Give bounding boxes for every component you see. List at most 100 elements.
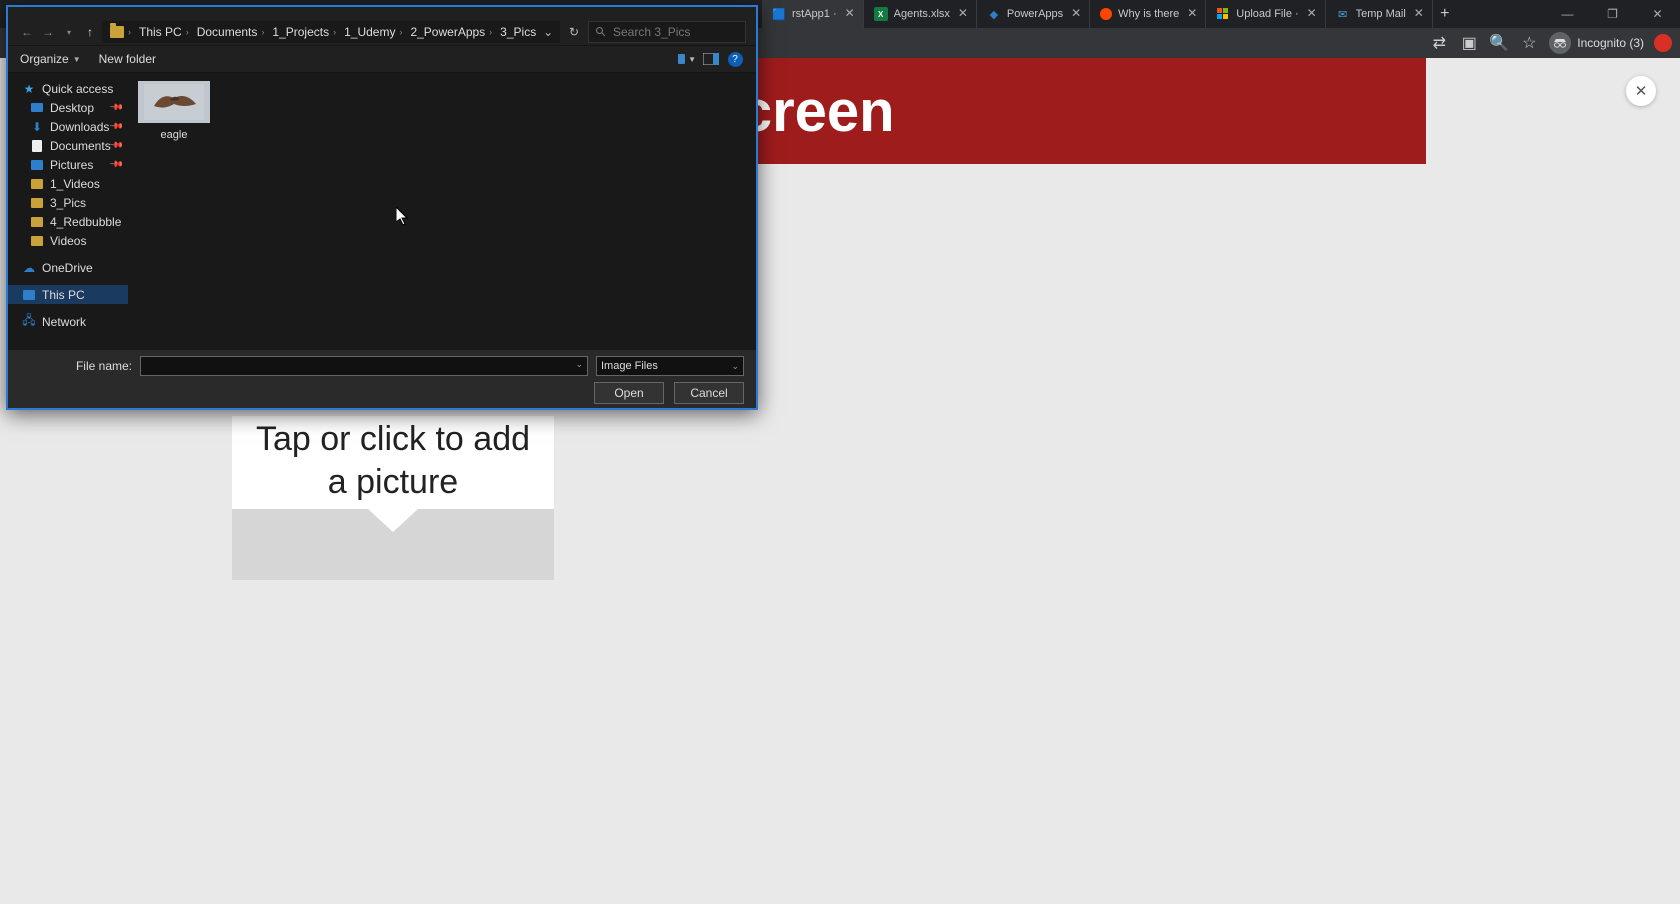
tab-close-icon[interactable]: ✕ <box>1185 7 1199 21</box>
tab-title-3: Why is there <box>1118 8 1179 20</box>
tab-close-icon[interactable]: ✕ <box>1305 7 1319 21</box>
path-seg-5[interactable]: 3_Pics <box>496 25 540 39</box>
file-type-select[interactable]: Image Files ⌄ <box>596 356 744 376</box>
refresh-button[interactable]: ↻ <box>563 25 585 39</box>
tab-close-icon[interactable]: ✕ <box>956 7 970 21</box>
file-name-input[interactable]: ⌄ <box>140 356 588 376</box>
nav-recent-dropdown[interactable]: ▾ <box>60 23 78 41</box>
tree-3pics[interactable]: 3_Pics <box>8 193 128 212</box>
path-dropdown-icon[interactable]: ⌄ <box>540 25 556 39</box>
dialog-toolbar: Organize▼ New folder ▼ ? <box>8 45 756 73</box>
cloud-icon: ☁ <box>22 261 36 275</box>
folder-icon <box>30 196 44 210</box>
incognito-label: Incognito (3) <box>1577 36 1644 50</box>
tab-2[interactable]: ◆ PowerApps ✕ <box>977 0 1090 28</box>
tree-videos[interactable]: Videos <box>8 231 128 250</box>
path-seg-0[interactable]: This PC› <box>135 25 193 39</box>
network-icon: 🖧 <box>22 315 36 329</box>
camera-icon[interactable]: ▣ <box>1459 33 1479 53</box>
add-picture-placeholder <box>232 509 554 580</box>
new-tab-button[interactable]: + <box>1433 5 1457 23</box>
dialog-search-input[interactable]: Search 3_Pics <box>588 21 746 43</box>
tab-close-icon[interactable]: ✕ <box>1069 7 1083 21</box>
pc-icon <box>22 288 36 302</box>
view-mode-button[interactable]: ▼ <box>678 50 696 68</box>
mail-icon: ✉ <box>1336 7 1350 21</box>
file-item-eagle[interactable]: eagle <box>138 81 210 141</box>
incognito-indicator[interactable]: Incognito (3) <box>1549 32 1644 54</box>
tree-quick-access[interactable]: ★ Quick access <box>8 79 128 98</box>
tab-close-icon[interactable]: ✕ <box>1412 7 1426 21</box>
tab-3[interactable]: Why is there ✕ <box>1090 0 1206 28</box>
download-icon: ⬇ <box>30 120 44 134</box>
nav-tree: ★ Quick access Desktop📌 ⬇ Downloads📌 Doc… <box>8 73 128 350</box>
tree-desktop[interactable]: Desktop📌 <box>8 98 128 117</box>
close-preview-button[interactable]: ✕ <box>1626 76 1656 106</box>
search-placeholder: Search 3_Pics <box>613 25 690 39</box>
powerapps-icon: ◆ <box>987 7 1001 21</box>
organize-button[interactable]: Organize▼ <box>20 52 81 66</box>
path-root-icon[interactable]: › <box>106 26 135 38</box>
tree-1videos[interactable]: 1_Videos <box>8 174 128 193</box>
file-thumbnail <box>138 81 210 123</box>
zoom-icon[interactable]: 🔍 <box>1489 33 1509 53</box>
tab-5[interactable]: ✉ Temp Mail ✕ <box>1326 0 1433 28</box>
tab-close-icon[interactable]: ✕ <box>843 7 857 21</box>
path-breadcrumb[interactable]: › This PC› Documents› 1_Projects› 1_Udem… <box>102 21 560 43</box>
add-picture-label: Tap or click to add a picture <box>232 416 554 509</box>
nav-back-button[interactable]: ← <box>18 23 36 41</box>
cancel-button[interactable]: Cancel <box>674 382 744 404</box>
path-seg-2[interactable]: 1_Projects› <box>268 25 340 39</box>
tab-title-1: Agents.xlsx <box>894 8 950 20</box>
tree-documents[interactable]: Documents📌 <box>8 136 128 155</box>
close-window-button[interactable]: ✕ <box>1635 0 1680 28</box>
add-picture-control[interactable]: Tap or click to add a picture <box>232 416 554 580</box>
filename-dropdown-icon[interactable]: ⌄ <box>575 359 583 370</box>
file-list-pane[interactable]: eagle <box>128 73 756 350</box>
tab-title-4: Upload File · <box>1236 8 1298 20</box>
excel-icon: X <box>874 7 888 21</box>
tab-4[interactable]: Upload File · ✕ <box>1206 0 1325 28</box>
file-label: eagle <box>138 129 210 141</box>
window-controls: — ❐ ✕ <box>1545 0 1680 28</box>
translate-icon[interactable]: ⇄ <box>1429 33 1449 53</box>
pin-icon: 📌 <box>109 119 125 135</box>
nav-up-button[interactable]: ↑ <box>81 23 99 41</box>
tab-title-2: PowerApps <box>1007 8 1063 20</box>
dialog-footer: File name: ⌄ Image Files ⌄ Open Cancel <box>8 350 756 408</box>
pictures-icon <box>30 158 44 172</box>
filetype-dropdown-icon[interactable]: ⌄ <box>731 361 739 372</box>
preview-pane-button[interactable] <box>702 50 720 68</box>
help-button[interactable]: ? <box>726 50 744 68</box>
folder-icon <box>30 177 44 191</box>
tree-network[interactable]: 🖧 Network <box>8 312 128 331</box>
tree-this-pc[interactable]: This PC <box>8 285 128 304</box>
search-icon <box>595 26 607 38</box>
ms-icon <box>1216 7 1230 21</box>
desktop-icon <box>30 101 44 115</box>
open-button[interactable]: Open <box>594 382 664 404</box>
pin-icon: 📌 <box>109 157 125 173</box>
file-open-dialog: ← → ▾ ↑ › This PC› Documents› 1_Projects… <box>6 5 758 410</box>
tab-0[interactable]: 🟦 rstApp1 · ✕ <box>762 0 864 28</box>
tree-redbubble[interactable]: 4_Redbubble <box>8 212 128 231</box>
tab-title-5: Temp Mail <box>1356 8 1406 20</box>
folder-icon <box>30 234 44 248</box>
dialog-addressbar: ← → ▾ ↑ › This PC› Documents› 1_Projects… <box>8 19 756 45</box>
tree-downloads[interactable]: ⬇ Downloads📌 <box>8 117 128 136</box>
tab-1[interactable]: X Agents.xlsx ✕ <box>864 0 977 28</box>
document-icon <box>30 139 44 153</box>
new-folder-button[interactable]: New folder <box>99 52 156 66</box>
tree-onedrive[interactable]: ☁ OneDrive <box>8 258 128 277</box>
bookmark-star-icon[interactable]: ☆ <box>1519 33 1539 53</box>
minimize-button[interactable]: — <box>1545 0 1590 28</box>
profile-avatar[interactable] <box>1654 34 1672 52</box>
pin-icon: 📌 <box>109 138 125 154</box>
path-seg-4[interactable]: 2_PowerApps› <box>406 25 496 39</box>
nav-forward-button[interactable]: → <box>39 23 57 41</box>
path-seg-3[interactable]: 1_Udemy› <box>340 25 406 39</box>
path-seg-1[interactable]: Documents› <box>193 25 269 39</box>
tree-pictures[interactable]: Pictures📌 <box>8 155 128 174</box>
pin-icon: 📌 <box>109 100 125 116</box>
maximize-button[interactable]: ❐ <box>1590 0 1635 28</box>
